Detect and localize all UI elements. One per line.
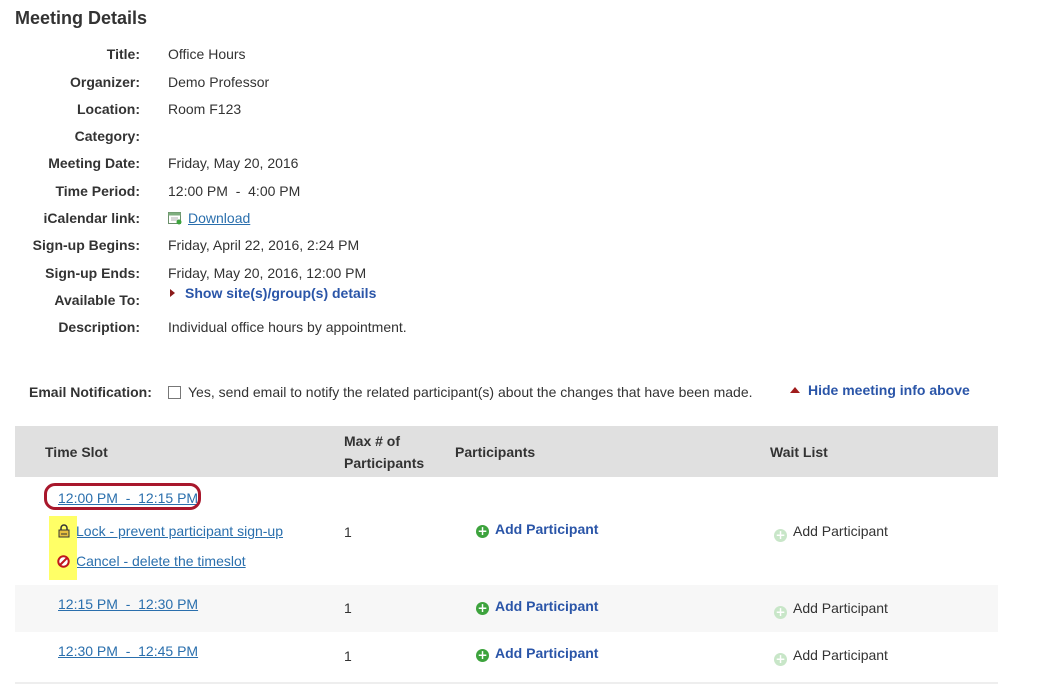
icalendar-link-wrap: Download — [168, 208, 250, 228]
table-row: 12:15 PM - 12:30 PM 1 + Add Participant +… — [15, 585, 998, 632]
add-waitlist-button[interactable]: + Add Participant — [774, 600, 888, 619]
lock-timeslot-link[interactable]: Lock - prevent participant sign-up — [76, 523, 283, 539]
plus-circle-icon: + — [476, 648, 489, 662]
add-waitlist-label: Add Participant — [793, 600, 888, 616]
add-waitlist-label: Add Participant — [793, 647, 888, 663]
timeslot-link[interactable]: 12:15 PM - 12:30 PM — [58, 596, 198, 612]
email-notify-checkbox[interactable] — [168, 386, 181, 399]
add-participant-label: Add Participant — [495, 521, 599, 537]
hide-meeting-info-link[interactable]: Hide meeting info above — [808, 382, 970, 398]
triangle-up-icon — [790, 387, 800, 393]
add-waitlist-button[interactable]: + Add Participant — [774, 647, 888, 666]
detail-label: Sign-up Ends: — [45, 265, 140, 281]
add-waitlist-button[interactable]: + Add Participant — [774, 523, 888, 542]
table-header: Time Slot Max # of Participants Particip… — [15, 426, 998, 477]
detail-label: Time Period: — [55, 183, 140, 199]
detail-label: Title: — [106, 46, 140, 62]
detail-value: Friday, May 20, 2016 — [168, 155, 299, 171]
detail-label: Description: — [58, 319, 140, 335]
email-notification-row: Email Notification: Yes, send email to n… — [0, 381, 1000, 403]
plus-circle-icon: + — [774, 528, 787, 542]
download-link[interactable]: Download — [188, 210, 250, 226]
email-notification-label: Email Notification: — [29, 384, 152, 400]
header-participants: Participants — [455, 444, 536, 460]
callout-oval — [44, 483, 201, 510]
email-notify-text: Yes, send email to notify the related pa… — [188, 384, 753, 400]
max-participants: 1 — [344, 648, 352, 664]
cancel-icon[interactable] — [57, 555, 70, 568]
header-max-line1: Max # of — [344, 433, 401, 449]
plus-circle-icon: + — [476, 524, 489, 538]
max-participants: 1 — [344, 524, 352, 540]
detail-label: iCalendar link: — [43, 210, 140, 226]
add-participant-label: Add Participant — [495, 598, 599, 614]
show-groups-link[interactable]: Show site(s)/group(s) details — [185, 285, 376, 301]
cancel-timeslot-link[interactable]: Cancel - delete the timeslot — [76, 553, 246, 569]
detail-label: Available To: — [54, 292, 140, 308]
triangle-right-icon — [170, 289, 175, 297]
add-participant-label: Add Participant — [495, 645, 599, 661]
detail-value: Room F123 — [168, 101, 242, 117]
detail-value: Friday, April 22, 2016, 2:24 PM — [168, 237, 360, 253]
plus-circle-icon: + — [476, 601, 489, 615]
show-details-toggle[interactable]: Show site(s)/group(s) details — [170, 283, 376, 303]
plus-circle-icon: + — [774, 605, 787, 619]
detail-value: Office Hours — [168, 46, 246, 62]
add-waitlist-label: Add Participant — [793, 523, 888, 539]
calendar-icon — [168, 212, 182, 225]
page-title: Meeting Details — [15, 8, 148, 28]
timeslot-link[interactable]: 12:30 PM - 12:45 PM — [58, 643, 198, 659]
detail-label: Location: — [77, 101, 140, 117]
detail-label: Category: — [74, 128, 140, 144]
hide-meeting-info-toggle[interactable]: Hide meeting info above — [790, 379, 970, 401]
detail-value: Individual office hours by appointment. — [168, 319, 407, 335]
add-participant-button[interactable]: + Add Participant — [476, 598, 598, 615]
max-participants: 1 — [344, 600, 352, 616]
detail-value: 12:00 PM - 4:00 PM — [168, 183, 301, 199]
detail-label: Sign-up Begins: — [32, 237, 140, 253]
header-time-slot: Time Slot — [45, 444, 108, 460]
detail-value: Friday, May 20, 2016, 12:00 PM — [168, 265, 367, 281]
table-row: 12:30 PM - 12:45 PM 1 + Add Participant +… — [15, 632, 998, 682]
detail-value: Demo Professor — [168, 74, 270, 90]
add-participant-button[interactable]: + Add Participant — [476, 645, 598, 662]
header-wait-list: Wait List — [770, 444, 828, 460]
lock-icon[interactable] — [58, 524, 70, 538]
header-max-line2: Participants — [344, 455, 425, 471]
detail-label: Meeting Date: — [48, 155, 140, 171]
plus-circle-icon: + — [774, 652, 787, 666]
add-participant-button[interactable]: + Add Participant — [476, 521, 598, 538]
detail-label: Organizer: — [69, 74, 140, 90]
